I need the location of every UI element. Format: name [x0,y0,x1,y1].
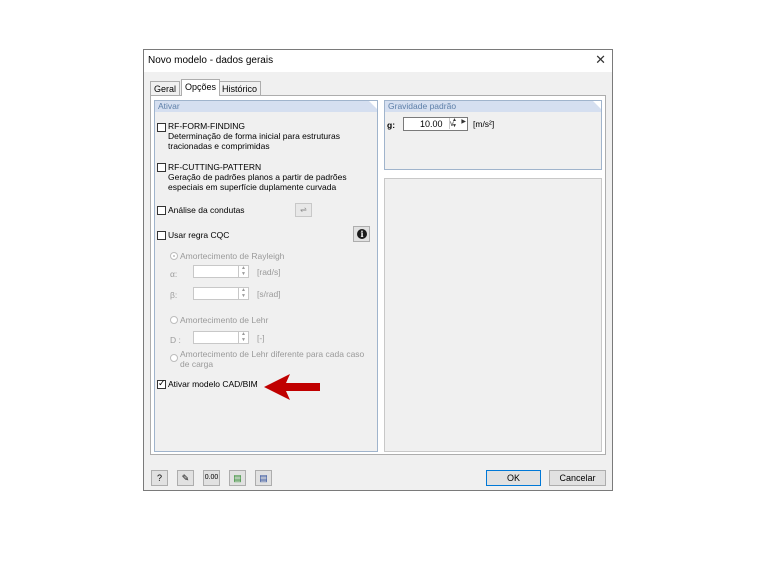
group-ativar-header: Ativar [155,101,377,112]
help-button[interactable]: ? [151,470,168,486]
g-menu-icon[interactable]: ▶ [461,118,466,125]
cutting-pattern-desc-1: Geração de padrões planos a partir de pa… [168,172,347,182]
alpha-input[interactable]: ▲ ▼ [193,265,249,278]
units-icon: 0.00 [204,474,219,481]
edit-icon: ✎ [181,473,190,483]
lehr-diff-line1: Amortecimento de Lehr diferente para cad… [180,349,365,359]
d-input[interactable]: ▲ ▼ [193,331,249,344]
analise-condutas-label: Análise da condutas [168,205,245,215]
d-label: D : [170,335,181,345]
rayleigh-radio[interactable] [170,252,178,260]
form-finding-checkbox[interactable] [157,123,166,132]
tab-historico[interactable]: Histórico [218,81,262,95]
info-icon: i [357,229,367,239]
close-icon[interactable]: ✕ [595,52,606,68]
pipe-icon: ⇌ [300,205,307,214]
rayleigh-label: Amortecimento de Rayleigh [180,251,285,261]
g-unit: [m/s²] [473,119,495,129]
lehr-label: Amortecimento de Lehr [180,315,269,325]
form-finding-title: RF-FORM-FINDING [168,121,245,131]
annotation-arrow-icon [264,374,320,400]
preview-panel [384,178,602,452]
ok-button[interactable]: OK [486,470,541,486]
load-icon: ▤ [233,473,242,483]
cancel-button[interactable]: Cancelar [549,470,606,486]
tab-opcoes[interactable]: Opções [181,79,221,96]
edit-button[interactable]: ✎ [177,470,194,486]
title-bar: Novo modelo - dados gerais ✕ [144,50,612,72]
alpha-unit: [rad/s] [257,267,281,277]
help-icon: ? [156,473,162,483]
beta-unit: [s/rad] [257,289,281,299]
cutting-pattern-title: RF-CUTTING-PATTERN [168,162,262,172]
tab-page-opcoes: Ativar RF-FORM-FINDING Determinação de f… [150,95,606,455]
g-label: g: [387,120,396,130]
g-input[interactable]: 10.00 ∨ ▲ ▼ ▶ [403,117,468,131]
d-spinner-icon[interactable]: ▲ ▼ [238,331,248,343]
analise-condutas-checkbox[interactable] [157,206,166,215]
save-button[interactable]: ▤ [255,470,272,486]
g-value: 10.00 [420,119,443,129]
load-button[interactable]: ▤ [229,470,246,486]
d-unit: [-] [257,333,265,343]
lehr-diff-radio[interactable] [170,354,178,362]
beta-spinner-icon[interactable]: ▲ ▼ [238,287,248,299]
dialog-title: Novo modelo - dados gerais [148,55,274,66]
beta-label: β: [170,290,178,300]
regra-cqc-label: Usar regra CQC [168,230,230,240]
alpha-spinner-icon[interactable]: ▲ ▼ [238,265,248,277]
group-gravidade-header: Gravidade padrão [385,101,601,112]
group-gravidade: Gravidade padrão g: 10.00 ∨ ▲ ▼ ▶ [m/s²] [384,100,602,170]
dialog-window: Novo modelo - dados gerais ✕ Geral Opçõe… [143,49,613,491]
tab-geral[interactable]: Geral [150,81,181,95]
cad-bim-label: Ativar modelo CAD/BIM [168,379,258,389]
form-finding-desc-2: tracionadas e comprimidas [168,141,270,151]
save-icon: ▤ [259,473,268,483]
form-finding-desc-1: Determinação de forma inicial para estru… [168,131,340,141]
beta-input[interactable]: ▲ ▼ [193,287,249,300]
condutas-settings-button[interactable]: ⇌ [295,203,312,217]
g-spinner-icon[interactable]: ▲ ▼ [449,117,459,129]
cad-bim-checkbox[interactable] [157,378,166,389]
lehr-radio[interactable] [170,316,178,324]
lehr-diff-line2: de carga [180,359,214,369]
units-button[interactable]: 0.00 [203,470,220,486]
cutting-pattern-desc-2: especiais em superfície duplamente curva… [168,182,337,192]
info-button[interactable]: i [353,226,370,242]
alpha-label: α: [170,269,178,279]
cutting-pattern-checkbox[interactable] [157,163,166,172]
regra-cqc-checkbox[interactable] [157,231,166,240]
